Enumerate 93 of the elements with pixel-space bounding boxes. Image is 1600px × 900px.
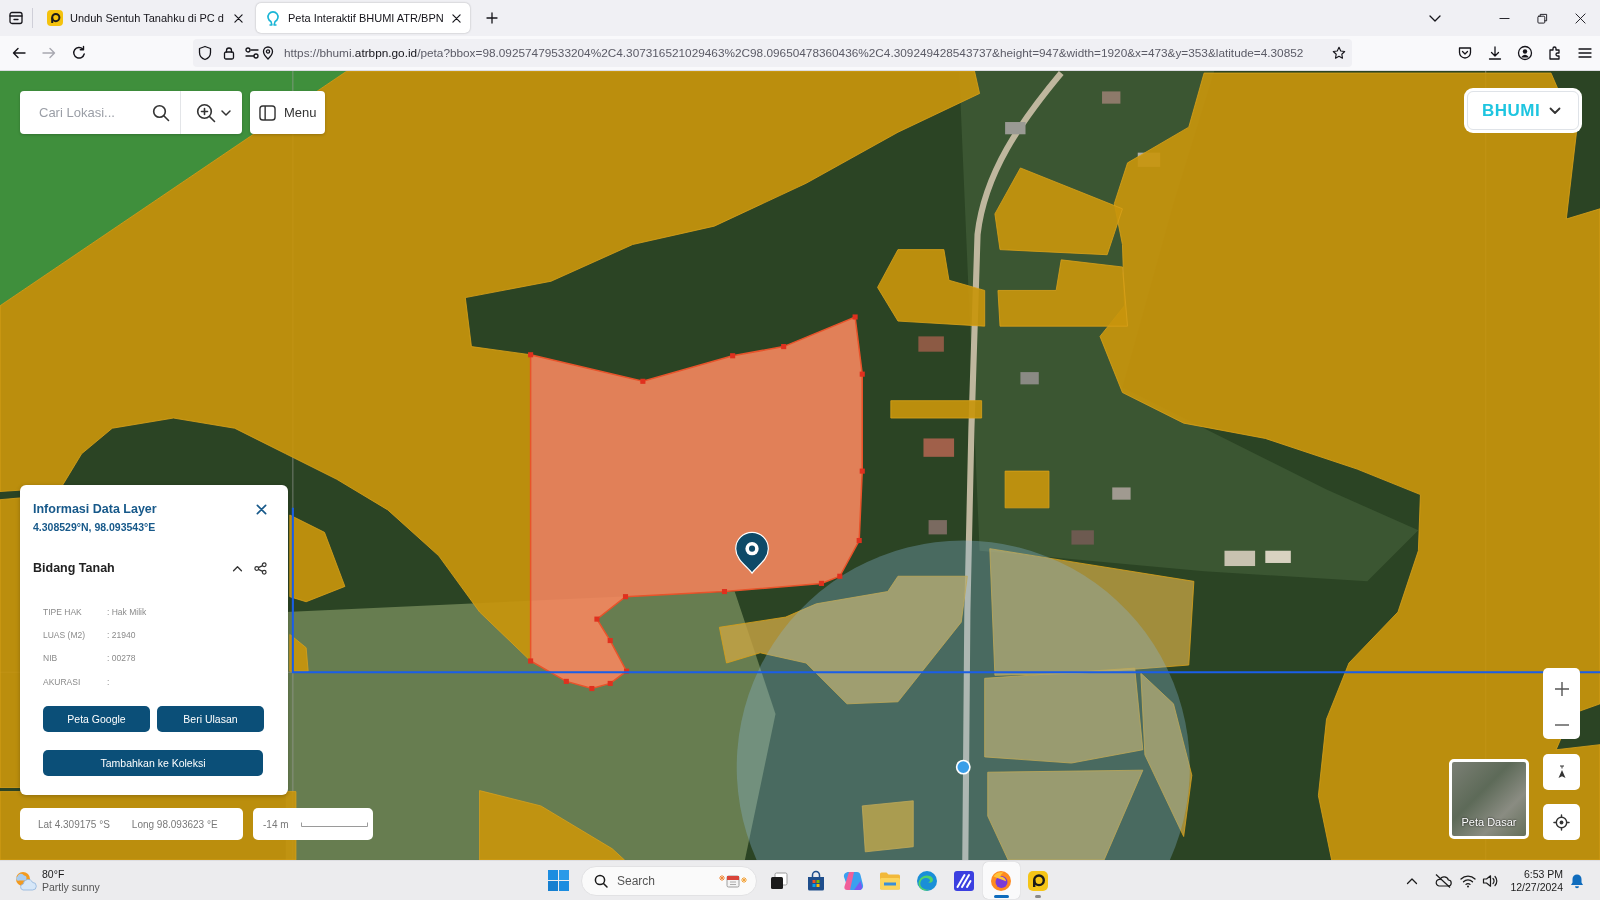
crosshair-icon xyxy=(1553,813,1570,831)
folder-icon xyxy=(879,870,901,891)
close-icon[interactable] xyxy=(452,13,461,23)
field-label: NIB xyxy=(43,653,59,664)
restore-icon[interactable] xyxy=(1536,12,1548,24)
search-icon[interactable] xyxy=(152,103,170,122)
wave-icon xyxy=(916,869,938,892)
house-roof xyxy=(1020,372,1039,385)
section-title: Bidang Tanah xyxy=(33,561,116,575)
house-roof xyxy=(1005,122,1026,135)
task-view-icon xyxy=(769,870,789,891)
reload-icon[interactable] xyxy=(71,45,87,61)
volume-icon[interactable] xyxy=(1482,873,1499,888)
plus-icon[interactable] xyxy=(1553,681,1570,698)
pocket-icon[interactable] xyxy=(1457,45,1473,61)
house-roof xyxy=(918,336,944,352)
search-input[interactable]: Cari Lokasi... xyxy=(20,97,146,128)
back-icon[interactable] xyxy=(11,45,27,61)
location-dot-icon xyxy=(955,759,971,775)
lock-icon[interactable] xyxy=(222,46,236,60)
search-icon xyxy=(594,873,608,888)
review-button[interactable]: Beri Ulasan xyxy=(157,706,264,733)
close-icon[interactable] xyxy=(1574,12,1586,24)
search-input[interactable]: Search xyxy=(608,870,718,891)
close-icon[interactable] xyxy=(234,13,243,23)
app-favicon-icon xyxy=(47,10,63,26)
house-roof xyxy=(1071,530,1094,545)
weather-text: Partly sunny xyxy=(42,880,100,894)
house-roof xyxy=(1102,91,1121,104)
account-icon[interactable] xyxy=(1517,45,1533,61)
selected-parcel[interactable] xyxy=(528,314,865,692)
zoom-in-icon xyxy=(196,102,216,123)
search-field[interactable]: Cari Lokasi... xyxy=(20,91,242,134)
new-tab-icon[interactable] xyxy=(486,12,498,24)
shield-icon[interactable] xyxy=(197,45,213,61)
field-value: : 00278 xyxy=(107,653,136,664)
coordinates-text: 4.308529°N, 98.093543°E xyxy=(33,520,157,534)
share-icon[interactable] xyxy=(254,561,267,575)
bell-icon[interactable] xyxy=(1570,872,1584,889)
pin-favicon-icon xyxy=(265,10,281,26)
north-arrow-icon xyxy=(1556,765,1567,779)
field-label: TIPE HAK xyxy=(43,606,83,617)
chevron-down-icon xyxy=(1549,106,1562,115)
house-roof xyxy=(923,438,955,457)
cloud-off-icon[interactable] xyxy=(1434,872,1453,889)
latitude-text: Lat 4.309175 °S xyxy=(38,818,110,830)
temperature-text: 80°F xyxy=(42,867,66,881)
scale-bar xyxy=(300,821,368,827)
search-field[interactable]: Search xyxy=(581,865,757,896)
field-label: LUAS (M2) xyxy=(43,629,87,640)
star-icon[interactable] xyxy=(1332,46,1346,60)
browser-tab[interactable]: Unduh Sentuh Tanahku di PC d xyxy=(38,3,252,33)
panel-title: Informasi Data Layer xyxy=(33,501,157,517)
land-parcel xyxy=(1004,470,1050,509)
puzzle-icon[interactable] xyxy=(1547,45,1563,61)
chevron-up-icon[interactable] xyxy=(1406,876,1419,885)
longitude-text: Long 98.093623 °E xyxy=(131,818,218,830)
locate-button[interactable] xyxy=(1543,804,1580,840)
permissions-icon[interactable] xyxy=(244,45,260,61)
chevron-up-icon[interactable] xyxy=(232,564,243,572)
browser-tab[interactable]: Peta Interaktif BHUMI ATR/BPN xyxy=(256,3,470,33)
download-icon[interactable] xyxy=(1487,45,1503,61)
field-value: : Hak Milik xyxy=(107,606,147,617)
basemap-button[interactable]: Peta Dasar xyxy=(1449,759,1529,839)
close-icon[interactable] xyxy=(256,504,267,515)
scale-text: -14 m xyxy=(263,818,289,830)
field-value: : xyxy=(107,676,110,687)
caret-icon xyxy=(221,109,231,116)
field-value: : 21940 xyxy=(107,629,136,640)
sidebar-icon xyxy=(259,104,276,121)
stripes-tile-icon xyxy=(953,869,975,892)
clock-date: 12/27/2024 xyxy=(1510,880,1563,894)
wifi-icon[interactable] xyxy=(1460,873,1477,888)
shopping-bag-icon xyxy=(805,869,827,892)
knot-icon xyxy=(842,869,864,892)
field-label: AKURASI xyxy=(43,676,82,687)
house-roof xyxy=(1112,487,1131,500)
address-bar[interactable]: https://bhumi.atrbpn.go.id/peta?bbox=98.09257479533204%2C4.307316521029463%2C98.09650478360436%2C4.309249428543737&height=947&width=1920&x=473&y=353&latitude=4.30852 xyxy=(193,39,1352,67)
location-pin-icon[interactable] xyxy=(262,46,274,60)
menu-icon[interactable] xyxy=(1577,45,1593,61)
app-tile-icon xyxy=(1027,869,1049,892)
tab-list-icon[interactable] xyxy=(8,10,24,26)
minus-icon[interactable] xyxy=(1553,723,1570,726)
map-link-button[interactable]: Peta Google xyxy=(43,706,150,733)
flame-globe-icon xyxy=(990,869,1012,892)
collection-button[interactable]: Tambahkan ke Koleksi xyxy=(43,750,263,777)
start-icon[interactable] xyxy=(548,870,569,891)
compass-button[interactable] xyxy=(1543,754,1580,790)
clock-time: 6:53 PM xyxy=(1523,867,1563,881)
menu-button[interactable]: Menu xyxy=(250,91,325,134)
map-pin-icon[interactable] xyxy=(735,531,769,574)
weather-icon xyxy=(13,869,37,892)
url-text: https://bhumi.atrbpn.go.id/peta?bbox=98.09257479533204%2C4.307316521029463%2C98.09650478360436%2C4.309249428543737&height=947&width=1920&x=473&y=353&latitude=4.30852 xyxy=(284,46,1305,60)
